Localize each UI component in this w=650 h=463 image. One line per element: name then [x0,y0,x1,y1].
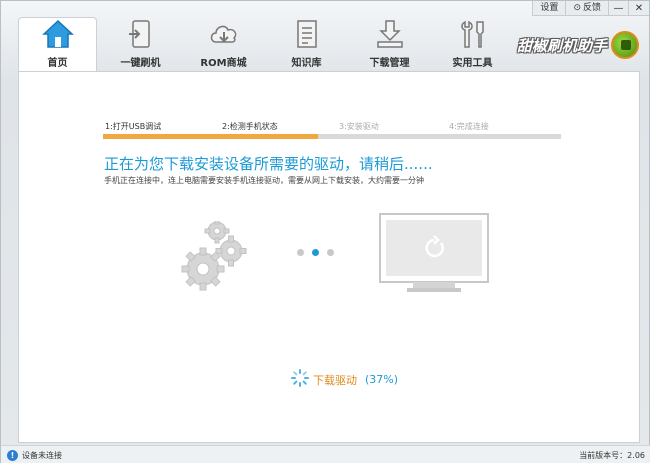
cloud-download-icon [206,17,242,51]
title-bar-controls: 设置 ⊙ 反馈 — ✕ [532,0,649,16]
loading-dot [297,249,304,256]
minimize-button[interactable]: — [609,0,629,16]
nav-item-home[interactable]: 首页 [18,17,97,72]
app-window: 设置 ⊙ 反馈 — ✕ 首页 一键刷机 ROM商城 知识库 下载管理 实用工具 … [0,0,650,463]
status-bar: ! 设备未连接 当前版本号：2.06 [1,445,650,463]
settings-button[interactable]: 设置 [533,0,567,16]
flash-phone-icon [123,17,159,51]
nav-item-downloads[interactable]: 下载管理 [350,17,429,72]
brand-logo-icon [611,31,639,59]
brand-name: 甜椒刷机助手 [516,36,607,55]
step-label-2: 2:检测手机状态 [222,122,278,131]
tools-icon [455,17,491,51]
progress-percent: (37%) [365,373,399,386]
feedback-button[interactable]: ⊙ 反馈 [566,0,609,16]
page-headline: 正在为您下载安装设备所需要的驱动，请稍后...... [104,155,433,173]
info-icon: ! [7,449,18,461]
progress-label: 下载驱动 [313,373,357,387]
device-status: 设备未连接 [22,450,62,460]
settings-label: 设置 [540,2,559,13]
feedback-label: 反馈 [582,2,601,13]
step-label-4: 4:完成连接 [449,122,489,131]
document-icon [289,17,325,51]
nav-label: ROM商城 [200,58,247,69]
nav-item-flash[interactable]: 一键刷机 [101,17,180,72]
nav-item-rom[interactable]: ROM商城 [184,17,263,72]
page-subline: 手机正在连接中，连上电脑需要安装手机连接驱动，需要从网上下载安装，大约需要一分钟 [104,176,424,185]
close-button[interactable]: ✕ [629,1,649,16]
spinner-icon [291,369,309,390]
brand: 甜椒刷机助手 [517,31,639,59]
download-progress: 下载驱动 (37%) [291,369,398,390]
nav-label: 实用工具 [452,58,493,69]
nav-item-knowledge[interactable]: 知识库 [267,17,346,72]
nav-item-tools[interactable]: 实用工具 [433,17,512,72]
step-bar-done [103,134,318,139]
gears-icon [179,218,254,296]
nav-label: 首页 [47,58,68,69]
step-label-1: 1:打开USB调试 [105,122,162,131]
step-bar-remaining [318,134,561,139]
computer-monitor-icon [379,213,489,295]
home-icon [40,17,76,51]
feedback-icon: ⊙ [573,2,581,13]
loading-dots [297,249,334,256]
nav-label: 下载管理 [369,58,410,69]
loading-dot-active [312,249,319,256]
download-tray-icon [372,17,408,51]
nav-label: 一键刷机 [120,58,161,69]
main-nav: 首页 一键刷机 ROM商城 知识库 下载管理 实用工具 [18,17,516,72]
version-label: 当前版本号：2.06 [579,450,645,460]
loading-dot [327,249,334,256]
nav-label: 知识库 [291,58,322,69]
progress-steps: 1:打开USB调试 2:检测手机状态 3:安装驱动 4:完成连接 [87,121,561,141]
step-label-3: 3:安装驱动 [339,122,379,131]
